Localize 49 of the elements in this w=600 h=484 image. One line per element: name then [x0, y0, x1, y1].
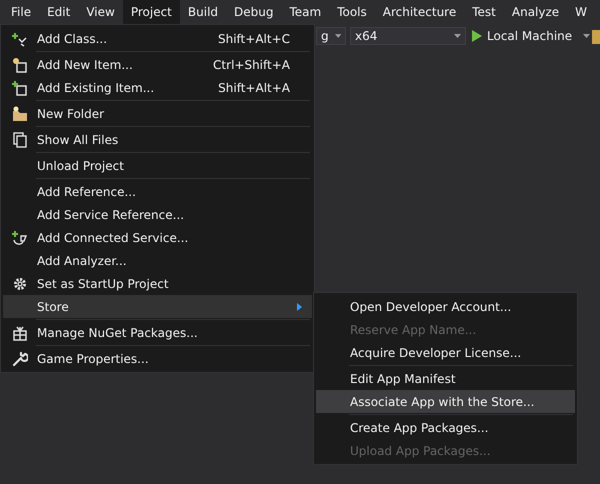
- gift-icon: [12, 324, 28, 340]
- menu-item[interactable]: Create App Packages...: [316, 416, 575, 439]
- menu-item[interactable]: Manage NuGet Packages...: [3, 321, 312, 344]
- menu-item[interactable]: Add Analyzer...: [3, 249, 312, 272]
- menu-bar-item[interactable]: View: [78, 0, 123, 24]
- menu-item[interactable]: Add Existing Item... Shift+Alt+A: [3, 76, 312, 99]
- menu-item[interactable]: Add New Item... Ctrl+Shift+A: [3, 53, 312, 76]
- menu-bar-item[interactable]: Test: [464, 0, 504, 24]
- folder-icon: [12, 106, 28, 122]
- menu-bar-item[interactable]: Tools: [329, 0, 375, 24]
- menu-bar-item[interactable]: Debug: [226, 0, 282, 24]
- menu-bar-item[interactable]: Build: [180, 0, 226, 24]
- platform-dropdown[interactable]: x64: [350, 27, 466, 45]
- menu-item[interactable]: Add Class... Shift+Alt+C: [3, 27, 312, 50]
- menu-item[interactable]: Show All Files: [3, 128, 312, 151]
- menu-bar-item[interactable]: Team: [281, 0, 330, 24]
- caret-icon: [454, 34, 461, 38]
- menu-bar-item[interactable]: Project: [122, 0, 180, 24]
- new-item-icon: [12, 56, 28, 72]
- caret-icon: [583, 34, 590, 38]
- wrench-icon: [12, 350, 28, 366]
- menu-item[interactable]: New Folder: [3, 102, 312, 125]
- menu-item[interactable]: Associate App with the Store...: [316, 390, 575, 413]
- menu-item[interactable]: Set as StartUp Project: [3, 272, 312, 295]
- class-icon: [12, 30, 28, 46]
- configuration-dropdown[interactable]: g: [316, 27, 346, 45]
- toolbar-icon[interactable]: [592, 30, 600, 44]
- menu-item[interactable]: Add Reference...: [3, 180, 312, 203]
- play-icon: [472, 30, 482, 42]
- menu-item[interactable]: Edit App Manifest: [316, 367, 575, 390]
- menu-item[interactable]: Add Service Reference...: [3, 203, 312, 226]
- caret-icon: [334, 34, 341, 38]
- submenu-arrow-icon: [297, 302, 302, 310]
- menu-bar-item[interactable]: Analyze: [504, 0, 568, 24]
- menu-bar-item[interactable]: File: [3, 0, 40, 24]
- menu-bar-item[interactable]: Architecture: [374, 0, 464, 24]
- run-button[interactable]: Local Machine: [470, 26, 592, 46]
- gear-icon: [12, 276, 28, 292]
- menu-item[interactable]: Unload Project: [3, 154, 312, 177]
- menu-item[interactable]: Game Properties...: [3, 347, 312, 370]
- menu-item[interactable]: Add Connected Service...: [3, 226, 312, 249]
- menu-item[interactable]: Store: [3, 295, 312, 318]
- connected-service-icon: [12, 230, 28, 246]
- menu-bar-item[interactable]: Edit: [39, 0, 78, 24]
- menu-bar-item[interactable]: W: [567, 0, 596, 24]
- add-item-icon: [12, 80, 28, 96]
- menu-item[interactable]: Open Developer Account...: [316, 295, 575, 318]
- menu-item[interactable]: Acquire Developer License...: [316, 341, 575, 364]
- files-icon: [12, 132, 28, 148]
